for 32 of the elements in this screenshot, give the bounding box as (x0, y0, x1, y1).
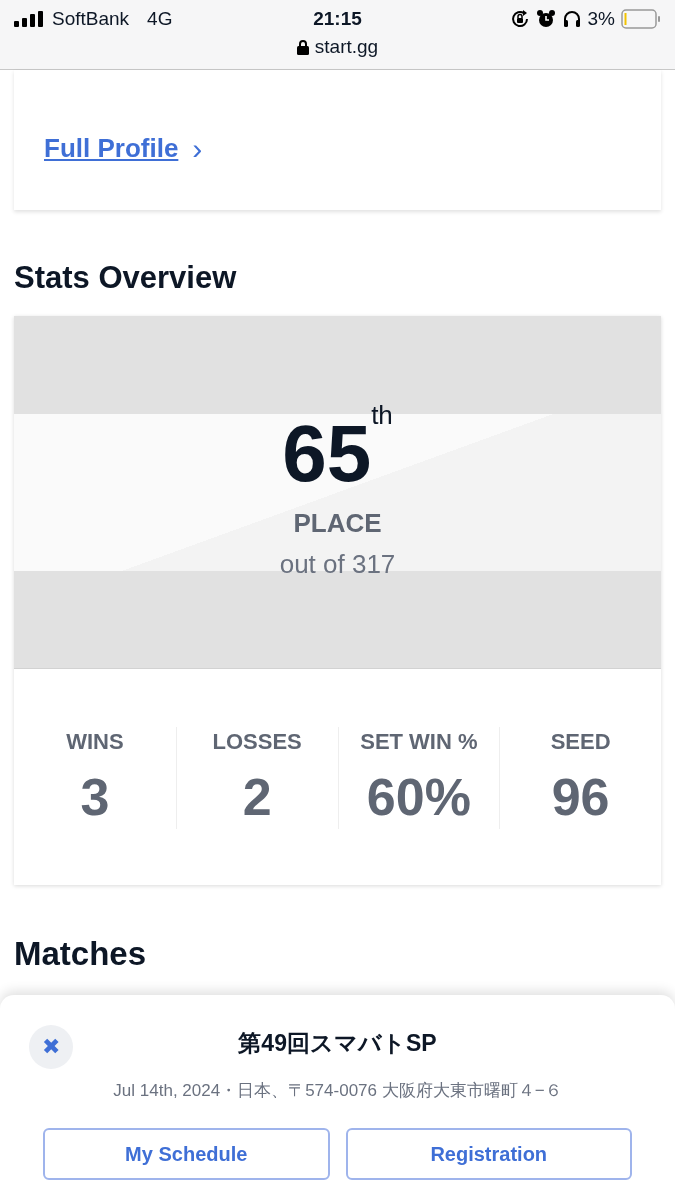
stat-label: SET WIN % (360, 729, 478, 755)
stat-value: 60% (366, 767, 471, 827)
rotation-lock-icon (509, 9, 530, 29)
stat-value: 96 (551, 767, 610, 827)
place-number: 65 (282, 413, 372, 494)
entrant-count: out of 317 (279, 548, 396, 580)
full-profile-link[interactable]: Full Profile (44, 133, 179, 164)
stat-label: LOSSES (212, 729, 302, 755)
alarm-icon (535, 9, 556, 29)
signal-icon (14, 11, 44, 27)
place-label: PLACE (293, 507, 382, 539)
stat-label: WINS (66, 729, 124, 755)
headphones-icon (561, 9, 582, 29)
battery-icon (621, 9, 661, 29)
stat-value: 2 (242, 767, 272, 827)
event-details: Jul 14th, 2024・日本、〒574-0076 大阪府大東市曙町４−６ (112, 1080, 563, 1102)
lock-icon (296, 39, 309, 55)
close-button[interactable]: ✖ (29, 1025, 73, 1069)
battery-percent: 3% (587, 8, 615, 30)
stat-value: 3 (80, 767, 110, 827)
section-heading: Stats Overview (14, 260, 238, 296)
event-button[interactable]: My Schedule (43, 1128, 330, 1180)
carrier-name: SoftBank (52, 8, 130, 30)
stat-label: SEED (550, 729, 611, 755)
url[interactable]: start.gg (314, 36, 379, 58)
chevron-icon: › (192, 134, 203, 164)
section-heading: Matches (14, 935, 148, 973)
event-title: 第49回スマバトSP (238, 1029, 437, 1058)
event-button[interactable]: Registration (345, 1128, 632, 1180)
place-suffix: th (371, 399, 393, 431)
clock: 21:15 (313, 8, 362, 30)
network-type: 4G (147, 8, 173, 30)
